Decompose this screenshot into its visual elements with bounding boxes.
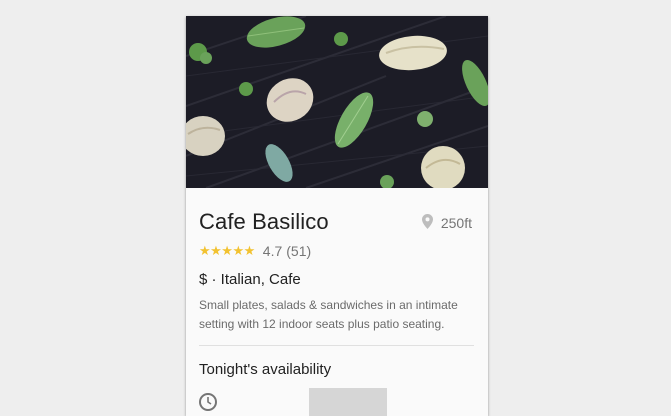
distance-info: 250ft <box>421 214 472 232</box>
restaurant-name: Cafe Basilico <box>199 209 329 234</box>
restaurant-card[interactable]: Cafe Basilico 250ft ★★★★★ 4.7 (51) $ · I… <box>186 16 488 416</box>
location-pin-icon <box>421 214 433 232</box>
clock-icon <box>198 392 218 412</box>
restaurant-description: Small plates, salads & sandwiches in an … <box>199 298 458 331</box>
star-rating: ★★★★★ <box>199 243 255 258</box>
price-category: $ · Italian, Cafe <box>199 271 301 288</box>
rating-row: ★★★★★ 4.7 (51) <box>199 243 311 259</box>
availability-title: Tonight's availability <box>199 361 332 378</box>
section-divider <box>199 345 474 346</box>
distance-label: 250ft <box>440 215 472 231</box>
hero-image <box>186 16 488 188</box>
time-slot-chip[interactable] <box>309 388 387 416</box>
review-count: (51) <box>286 243 312 259</box>
rating-value: 4.7 <box>262 243 283 259</box>
